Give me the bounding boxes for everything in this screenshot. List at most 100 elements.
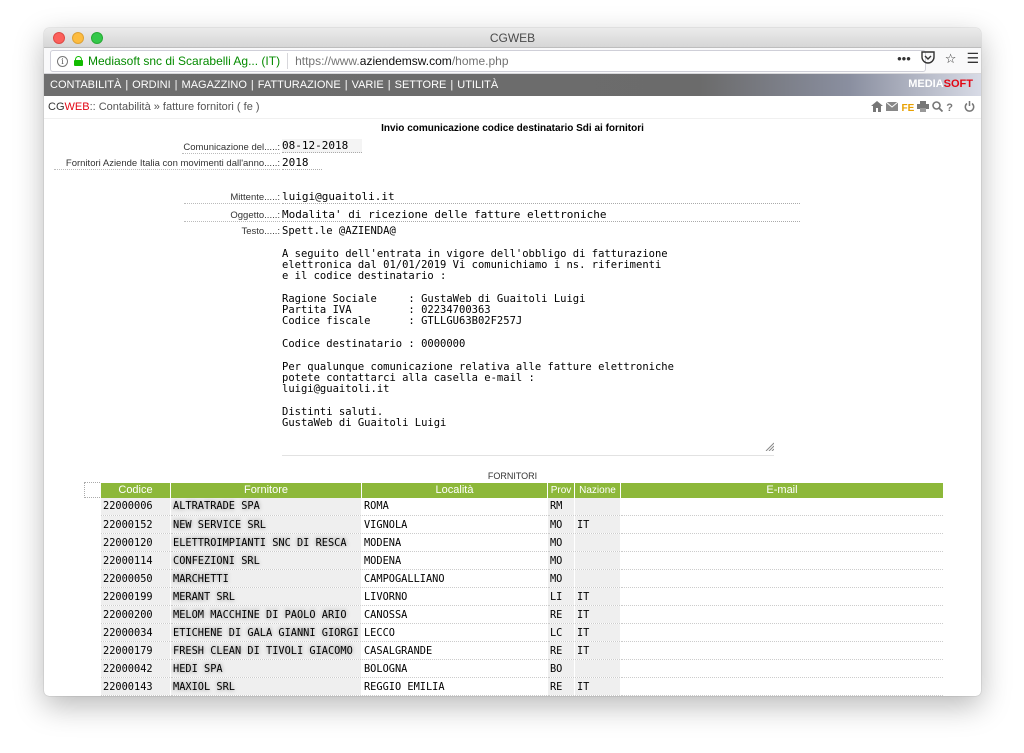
fe-icon[interactable]: FE [901, 103, 914, 114]
fornitori-table: Codice Fornitore Località Prov Nazione E… [84, 482, 943, 696]
main-content: Invio comunicazione codice destinatario … [44, 119, 981, 696]
testo-label: Testo.....: [241, 226, 280, 237]
breadcrumb: CGWEB :: Contabilità » fatture fornitori… [44, 96, 981, 119]
mail-icon[interactable] [886, 101, 899, 114]
mittente-label: Mittente.....: [184, 192, 280, 204]
table-row[interactable]: 22000199 MERANT SRL LIVORNO LI IT [85, 587, 943, 606]
cell-codice: 22000200 [100, 605, 171, 624]
url-bar: i Mediasoft snc di Scarabelli Ag... (IT)… [44, 48, 981, 74]
row-checkbox-cell [85, 516, 101, 534]
table-row[interactable]: 22000050 MARCHETTI CAMPOGALLIANO MO [85, 569, 943, 588]
cell-localita: CASALGRANDE [360, 641, 548, 660]
cell-nazione: IT [573, 587, 621, 606]
cell-prov: MO [546, 533, 575, 552]
anno-label: Fornitori Aziende Italia con movimenti d… [54, 158, 280, 170]
oggetto-field[interactable]: Modalita' di ricezione delle fatture ele… [282, 208, 800, 222]
cell-prov: MO [546, 551, 575, 570]
cell-nazione [573, 551, 621, 570]
more-icon[interactable]: ••• [897, 51, 911, 66]
table-row[interactable]: 22000120 ELETTROIMPIANTI SNC DI RESCA MODE… [85, 533, 943, 552]
search-icon[interactable] [932, 101, 944, 115]
table-caption: FORNITORI [487, 471, 538, 481]
cell-fornitore: ELETTROIMPIANTI SNC DI RESCA [170, 533, 362, 552]
toolbar-icons: FE ? [871, 101, 975, 115]
menu-utilita[interactable]: UTILITÀ [457, 79, 498, 91]
home-icon[interactable] [871, 101, 884, 115]
cell-codice: 22000199 [100, 587, 171, 606]
table-row[interactable]: 22000114 CONFEZIONI SRL MODENA MO [85, 551, 943, 570]
cell-fornitore: ALTRATRADE SPA [170, 497, 362, 516]
cell-localita: MODENA [360, 551, 548, 570]
cell-localita: VIGNOLA [360, 515, 548, 534]
cell-prov: LI [546, 587, 575, 606]
resize-grip-icon[interactable] [764, 441, 774, 451]
menu-settore[interactable]: SETTORE [395, 79, 447, 91]
url-text[interactable]: https://www.aziendemsw.com/home.php [295, 54, 508, 68]
cell-fornitore: HEDI SPA [170, 659, 362, 678]
row-checkbox-cell [85, 570, 101, 588]
cell-localita: LECCO [360, 623, 548, 642]
cell-email [619, 605, 943, 624]
cell-prov: LC [546, 623, 575, 642]
select-all-header[interactable] [84, 482, 101, 498]
lock-icon[interactable] [74, 56, 83, 66]
cell-fornitore: NEW SERVICE SRL [170, 515, 362, 534]
header-codice[interactable]: Codice [100, 482, 171, 498]
header-fornitore[interactable]: Fornitore [170, 482, 362, 498]
app-menu-bar: CONTABILITÀ | ORDINI | MAGAZZINO | FATTURAZ… [44, 74, 981, 96]
row-checkbox-cell [85, 642, 101, 660]
hamburger-menu-icon[interactable]: ☰ [966, 50, 979, 67]
header-prov[interactable]: Prov [546, 482, 575, 498]
cell-email [619, 497, 943, 516]
anno-field[interactable]: 2018 [282, 156, 322, 170]
cell-nazione: IT [573, 623, 621, 642]
table-row[interactable]: 22000143 MAXIOL SRL REGGIO EMILIA RE IT [85, 677, 943, 696]
table-row[interactable]: 22000006 ALTRATRADE SPA ROMA RM [85, 497, 943, 516]
cell-email [619, 623, 943, 642]
table-row[interactable]: 22000042 HEDI SPA BOLOGNA BO [85, 659, 943, 678]
address-field[interactable]: i Mediasoft snc di Scarabelli Ag... (IT)… [50, 50, 926, 72]
menu-varie[interactable]: VARIE [352, 79, 384, 91]
cell-nazione [573, 569, 621, 588]
cell-nazione: IT [573, 677, 621, 696]
cell-nazione [573, 497, 621, 516]
menu-contabilita[interactable]: CONTABILITÀ [50, 79, 121, 91]
menu-fatturazione[interactable]: FATTURAZIONE [258, 79, 341, 91]
menu-magazzino[interactable]: MAGAZZINO [182, 79, 247, 91]
row-checkbox-cell [85, 660, 101, 678]
cell-nazione: IT [573, 641, 621, 660]
help-icon[interactable]: ? [946, 102, 953, 114]
header-nazione[interactable]: Nazione [573, 482, 621, 498]
cell-codice: 22000006 [100, 497, 171, 516]
table-row[interactable]: 22000200 MELOM MACCHINE DI PAOLO ARIO CANO… [85, 605, 943, 624]
cell-nazione: IT [573, 605, 621, 624]
table-row[interactable]: 22000152 NEW SERVICE SRL VIGNOLA MO IT [85, 515, 943, 534]
mittente-field[interactable]: luigi@guaitoli.it [282, 190, 800, 204]
cell-localita: CANOSSA [360, 605, 548, 624]
menu-ordini[interactable]: ORDINI [132, 79, 171, 91]
info-icon[interactable]: i [57, 55, 68, 67]
cell-codice: 22000050 [100, 569, 171, 588]
title-bar: CGWEB [44, 28, 981, 48]
cell-codice: 22000120 [100, 533, 171, 552]
row-checkbox-cell [85, 624, 101, 642]
header-localita[interactable]: Località [360, 482, 548, 498]
cell-prov: MO [546, 515, 575, 534]
testo-textarea[interactable]: Spett.le @AZIENDA@ A seguito dell'entrat… [282, 226, 774, 456]
power-icon[interactable] [964, 101, 975, 115]
header-email[interactable]: E-mail [619, 482, 943, 498]
cell-codice: 22000152 [100, 515, 171, 534]
app-name: CGWEB [48, 101, 90, 113]
cell-localita: MODENA [360, 533, 548, 552]
bookmark-star-icon[interactable]: ☆ [945, 51, 957, 67]
cell-email [619, 533, 943, 552]
cell-codice: 22000042 [100, 659, 171, 678]
site-identity[interactable]: Mediasoft snc di Scarabelli Ag... (IT) [88, 54, 280, 68]
window-title: CGWEB [489, 31, 536, 45]
table-row[interactable]: 22000179 FRESH CLEAN DI TIVOLI GIACOMO CAS… [85, 641, 943, 660]
browser-actions: ••• ☆ ☰ [897, 50, 979, 67]
table-row[interactable]: 22000034 ETICHENE DI GALA GIANNI GIORGI LE… [85, 623, 943, 642]
comunicazione-date-field[interactable]: 08-12-2018 [282, 139, 362, 153]
pocket-icon[interactable] [921, 50, 935, 67]
print-icon[interactable] [917, 101, 930, 115]
